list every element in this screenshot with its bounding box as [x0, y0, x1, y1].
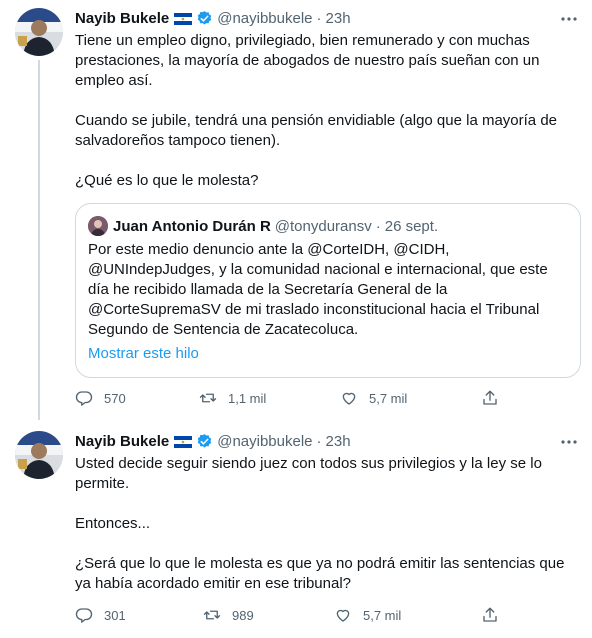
thread-line [38, 60, 40, 420]
author-name[interactable]: Nayib Bukele [75, 433, 169, 450]
tweet-2[interactable]: Nayib Bukele @nayibbukele · 23h Usted de… [0, 423, 592, 638]
tweet-text: Tiene un empleo digno, privilegiado, bie… [75, 31, 575, 191]
quoted-tweet-time: 26 sept. [384, 217, 439, 235]
more-icon[interactable] [560, 433, 578, 451]
quoted-tweet-header: Juan Antonio Durán R @tonyduransv · 26 s… [88, 216, 438, 236]
reply-button[interactable]: 570 [75, 389, 126, 407]
quoted-avatar [88, 216, 108, 236]
tweet-1[interactable]: Nayib Bukele @nayibbukele · 23h Tiene un… [0, 0, 592, 420]
avatar-image [15, 8, 63, 56]
quoted-author-name: Juan Antonio Durán R [113, 217, 271, 235]
quoted-tweet[interactable]: Juan Antonio Durán R @tonyduransv · 26 s… [75, 203, 581, 378]
separator-dot: · [316, 432, 322, 450]
like-button[interactable]: 5,7 mil [340, 389, 407, 407]
avatar[interactable] [15, 8, 63, 56]
verified-icon [196, 10, 213, 27]
tweet-paragraph: ¿Qué es lo que le molesta? [75, 172, 259, 189]
tweet-actions: 570 1,1 mil 5,7 mil [75, 389, 505, 409]
quoted-tweet-text: Por este medio denuncio ante la @CorteID… [88, 241, 548, 338]
retweet-count: 989 [232, 607, 254, 623]
like-icon [336, 609, 350, 622]
avatar-image [15, 431, 63, 479]
share-button[interactable] [481, 389, 499, 407]
avatar[interactable] [15, 431, 63, 479]
tweet-paragraph: ¿Será que lo que le molesta es que ya no… [75, 555, 565, 592]
reply-icon [75, 391, 93, 406]
tweet-text: Usted decide seguir siendo juez con todo… [75, 454, 575, 594]
tweet-paragraph: Usted decide seguir siendo juez con todo… [75, 455, 542, 492]
tweet-time[interactable]: 23h [326, 10, 351, 27]
retweet-button[interactable]: 989 [203, 606, 254, 624]
retweet-button[interactable]: 1,1 mil [199, 389, 266, 407]
more-icon[interactable] [560, 10, 578, 28]
retweet-icon [199, 393, 217, 403]
reply-button[interactable]: 301 [75, 606, 126, 624]
flag-icon [174, 435, 193, 448]
author-handle[interactable]: @nayibbukele [217, 433, 312, 450]
tweet-paragraph: Tiene un empleo digno, privilegiado, bie… [75, 32, 540, 89]
separator-dot: · [375, 217, 381, 235]
show-thread-link[interactable]: Mostrar este hilo [88, 345, 199, 362]
share-icon [483, 607, 497, 622]
reply-count: 570 [104, 390, 126, 406]
retweet-icon [203, 610, 221, 620]
tweet-paragraph: Entonces... [75, 515, 151, 532]
like-button[interactable]: 5,7 mil [334, 606, 401, 624]
tweet-time[interactable]: 23h [326, 433, 351, 450]
tweet-header: Nayib Bukele @nayibbukele · 23h [75, 8, 351, 28]
flag-icon [174, 12, 193, 25]
share-icon [483, 390, 497, 405]
quoted-author-handle: @tonyduransv [274, 217, 372, 235]
tweet-header: Nayib Bukele @nayibbukele · 23h [75, 431, 351, 451]
author-handle[interactable]: @nayibbukele [217, 10, 312, 27]
separator-dot: · [316, 9, 322, 27]
reply-icon [75, 608, 93, 623]
like-count: 5,7 mil [369, 390, 408, 406]
retweet-count: 1,1 mil [228, 390, 267, 406]
like-count: 5,7 mil [363, 607, 402, 623]
author-name[interactable]: Nayib Bukele [75, 10, 169, 27]
reply-count: 301 [104, 607, 126, 623]
like-icon [342, 392, 356, 405]
verified-icon [196, 433, 213, 450]
tweet-actions: 301 989 5,7 mil [75, 606, 505, 626]
share-button[interactable] [481, 606, 499, 624]
tweet-paragraph: Cuando se jubile, tendrá una pensión env… [75, 112, 557, 149]
